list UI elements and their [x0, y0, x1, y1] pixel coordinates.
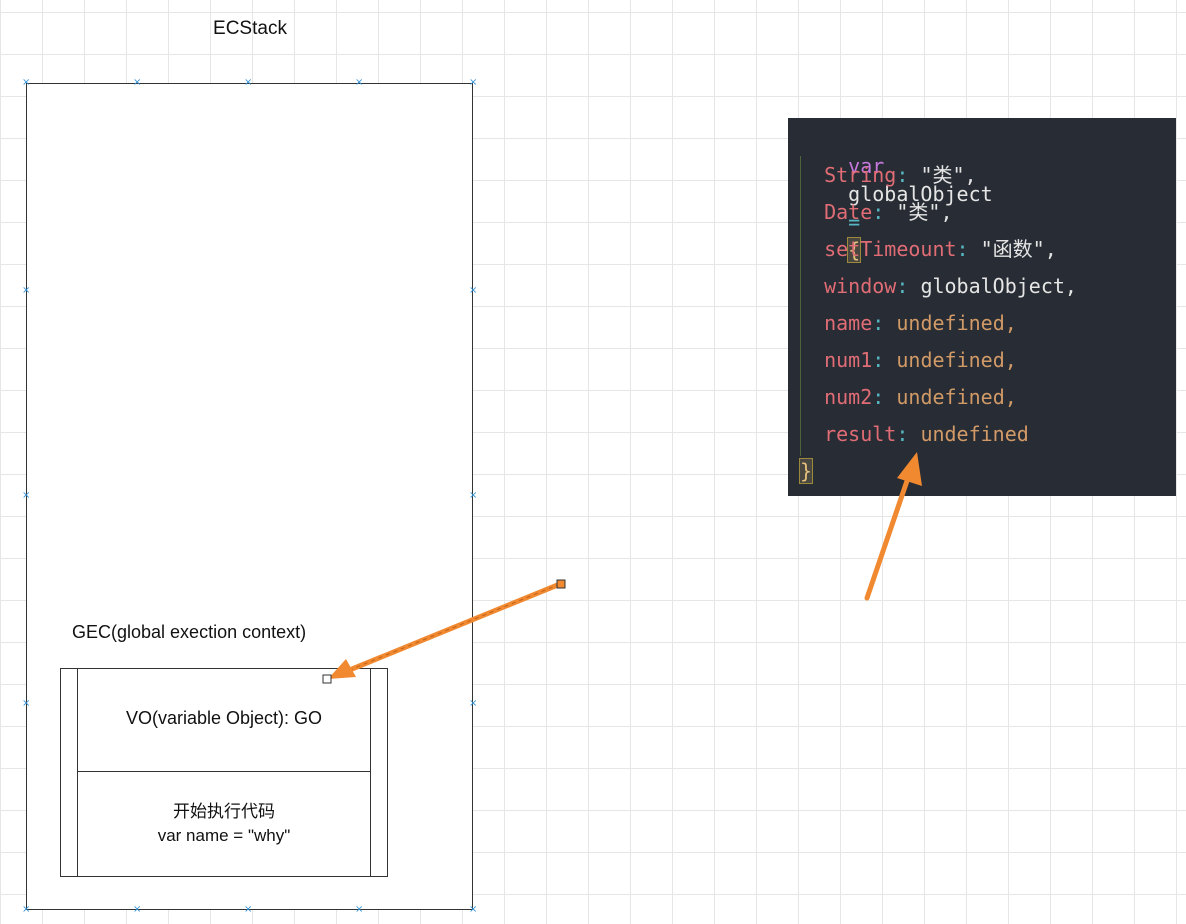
arrow-to-code[interactable]	[864, 452, 922, 601]
arrow-endpoint-handle[interactable]	[556, 579, 566, 589]
arrow-to-vo[interactable]	[322, 579, 566, 684]
arrow-endpoint-handle[interactable]	[322, 674, 332, 684]
arrows-layer	[322, 452, 922, 684]
